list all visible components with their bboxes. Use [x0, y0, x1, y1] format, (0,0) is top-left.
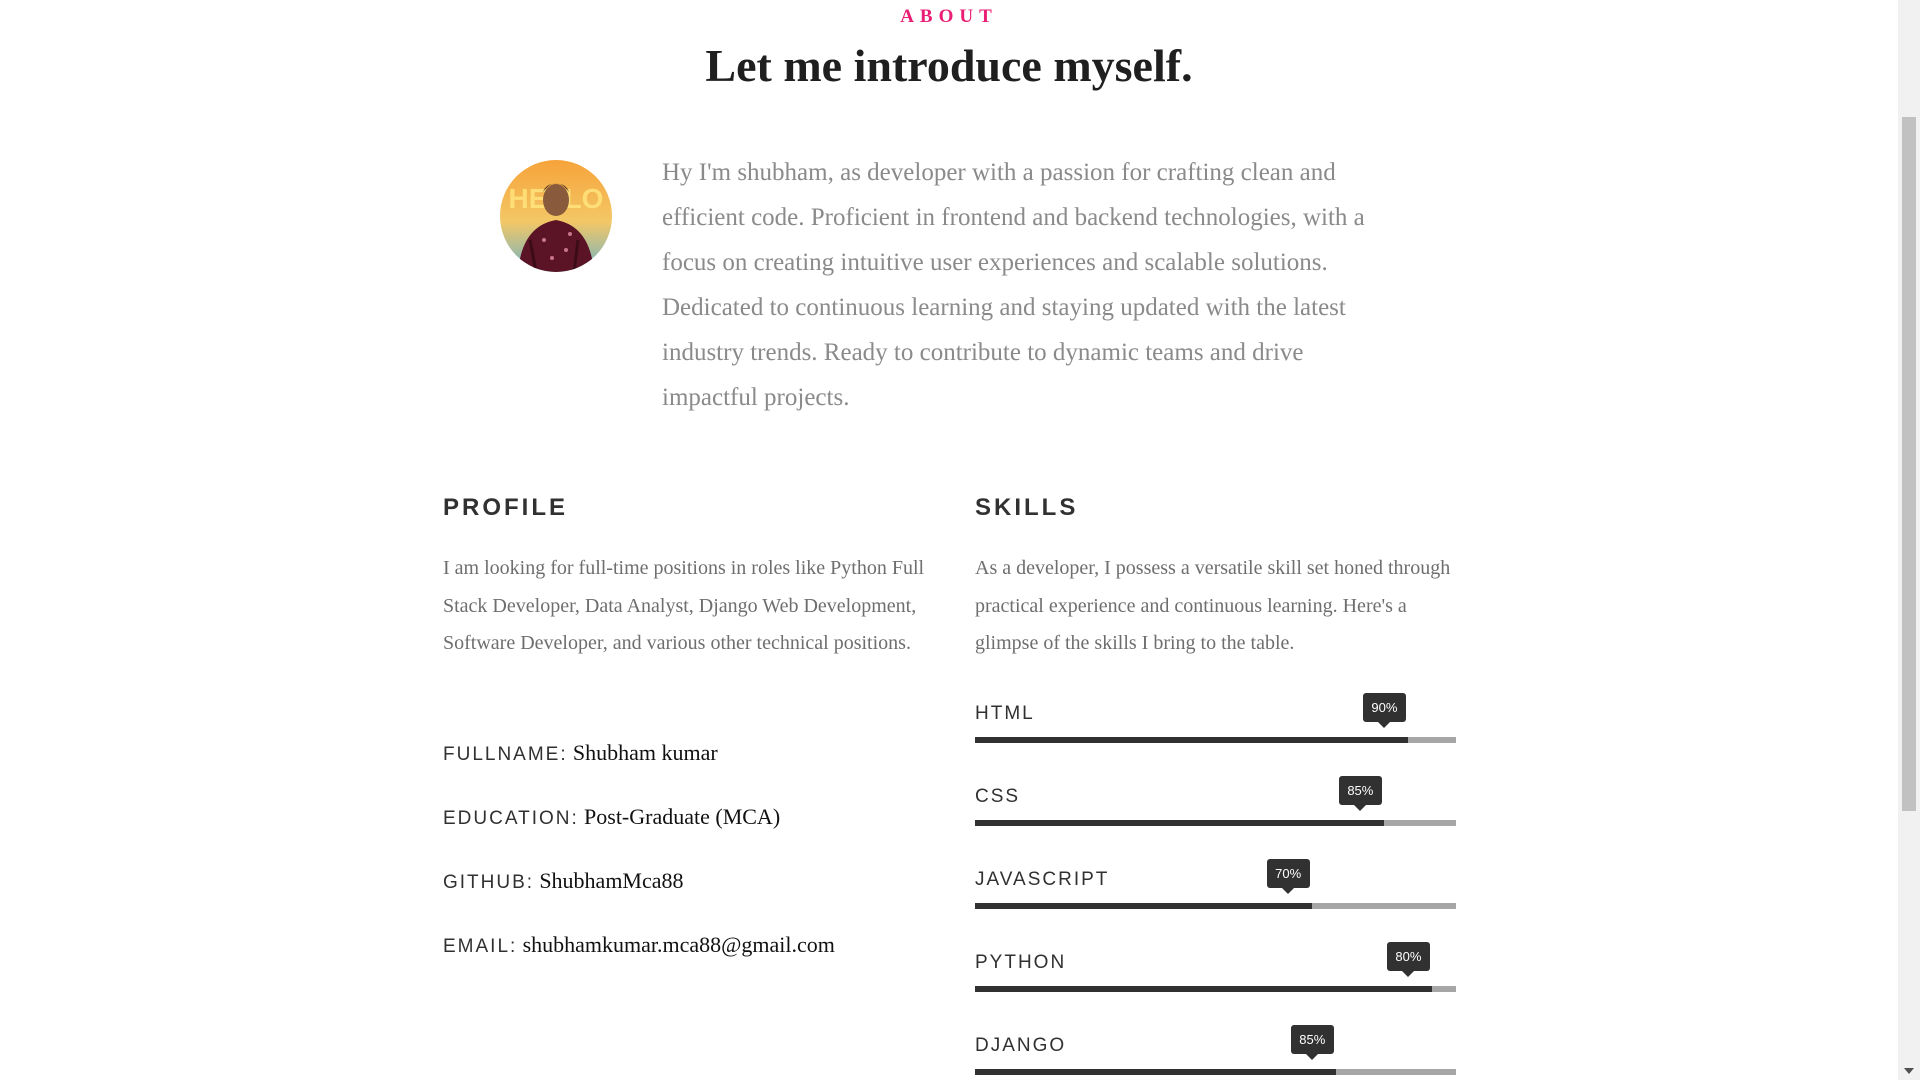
info-value: ShubhamMca88: [539, 868, 684, 893]
skill-percent-badge: 70%: [1266, 859, 1310, 894]
info-value: Post-Graduate (MCA): [584, 804, 781, 829]
skill-percent-badge: 85%: [1338, 776, 1382, 811]
skill-name: HTML: [975, 703, 1035, 724]
skill-track: [975, 737, 1456, 743]
info-value: Shubham kumar: [572, 740, 718, 765]
profile-description: I am looking for full-time positions in …: [443, 557, 925, 654]
skill-percent-badge: 90%: [1362, 693, 1406, 728]
skill-track: [975, 986, 1456, 992]
info-key: FULLNAME:: [443, 744, 568, 765]
section-title: Let me introduce myself.: [705, 40, 1193, 91]
skill-javascript: JAVASCRIPT 70%: [975, 859, 1456, 939]
section-eyebrow: ABOUT: [900, 6, 998, 27]
skill-django: DJANGO 85%: [975, 1025, 1456, 1080]
skill-fill: [975, 820, 1384, 826]
intro-paragraph: Hy I'm shubham, as developer with a pass…: [662, 159, 1365, 411]
scrollbar-thumb[interactable]: [1902, 117, 1916, 811]
scroll-down-arrow-icon[interactable]: [1904, 1068, 1914, 1074]
profile-heading: PROFILE: [443, 494, 569, 521]
skill-track: [975, 820, 1456, 826]
info-key: EMAIL:: [443, 936, 518, 957]
skill-python: PYTHON 80%: [975, 942, 1456, 1022]
skill-fill: [975, 1069, 1336, 1075]
info-row-email: EMAIL: shubhamkumar.mca88@gmail.com: [443, 932, 835, 958]
skill-fill: [975, 903, 1312, 909]
skill-name: PYTHON: [975, 952, 1067, 973]
avatar: HELLO: [500, 160, 612, 272]
info-key: GITHUB:: [443, 872, 535, 893]
info-key: EDUCATION:: [443, 808, 579, 829]
skill-track: [975, 903, 1456, 909]
skill-fill: [975, 737, 1408, 743]
skills-description: As a developer, I possess a versatile sk…: [975, 557, 1451, 654]
skill-track: [975, 1069, 1456, 1075]
avatar-image: HELLO: [500, 160, 612, 272]
about-section: ABOUT Let me introduce myself. HELLO Hy …: [0, 0, 1898, 1080]
skill-name: JAVASCRIPT: [975, 869, 1110, 890]
info-row-education: EDUCATION: Post-Graduate (MCA): [443, 804, 780, 830]
skill-css: CSS 85%: [975, 776, 1456, 856]
skill-name: CSS: [975, 786, 1021, 807]
skill-name: DJANGO: [975, 1035, 1067, 1056]
vertical-scrollbar[interactable]: [1898, 0, 1920, 1080]
skill-percent-badge: 85%: [1290, 1025, 1334, 1060]
info-row-github: GITHUB: ShubhamMca88: [443, 868, 684, 894]
skill-percent-badge: 80%: [1386, 942, 1430, 977]
skills-heading: SKILLS: [975, 494, 1079, 521]
skill-fill: [975, 986, 1432, 992]
info-value: shubhamkumar.mca88@gmail.com: [522, 932, 835, 957]
info-row-fullname: FULLNAME: Shubham kumar: [443, 740, 718, 766]
skill-html: HTML 90%: [975, 693, 1456, 773]
